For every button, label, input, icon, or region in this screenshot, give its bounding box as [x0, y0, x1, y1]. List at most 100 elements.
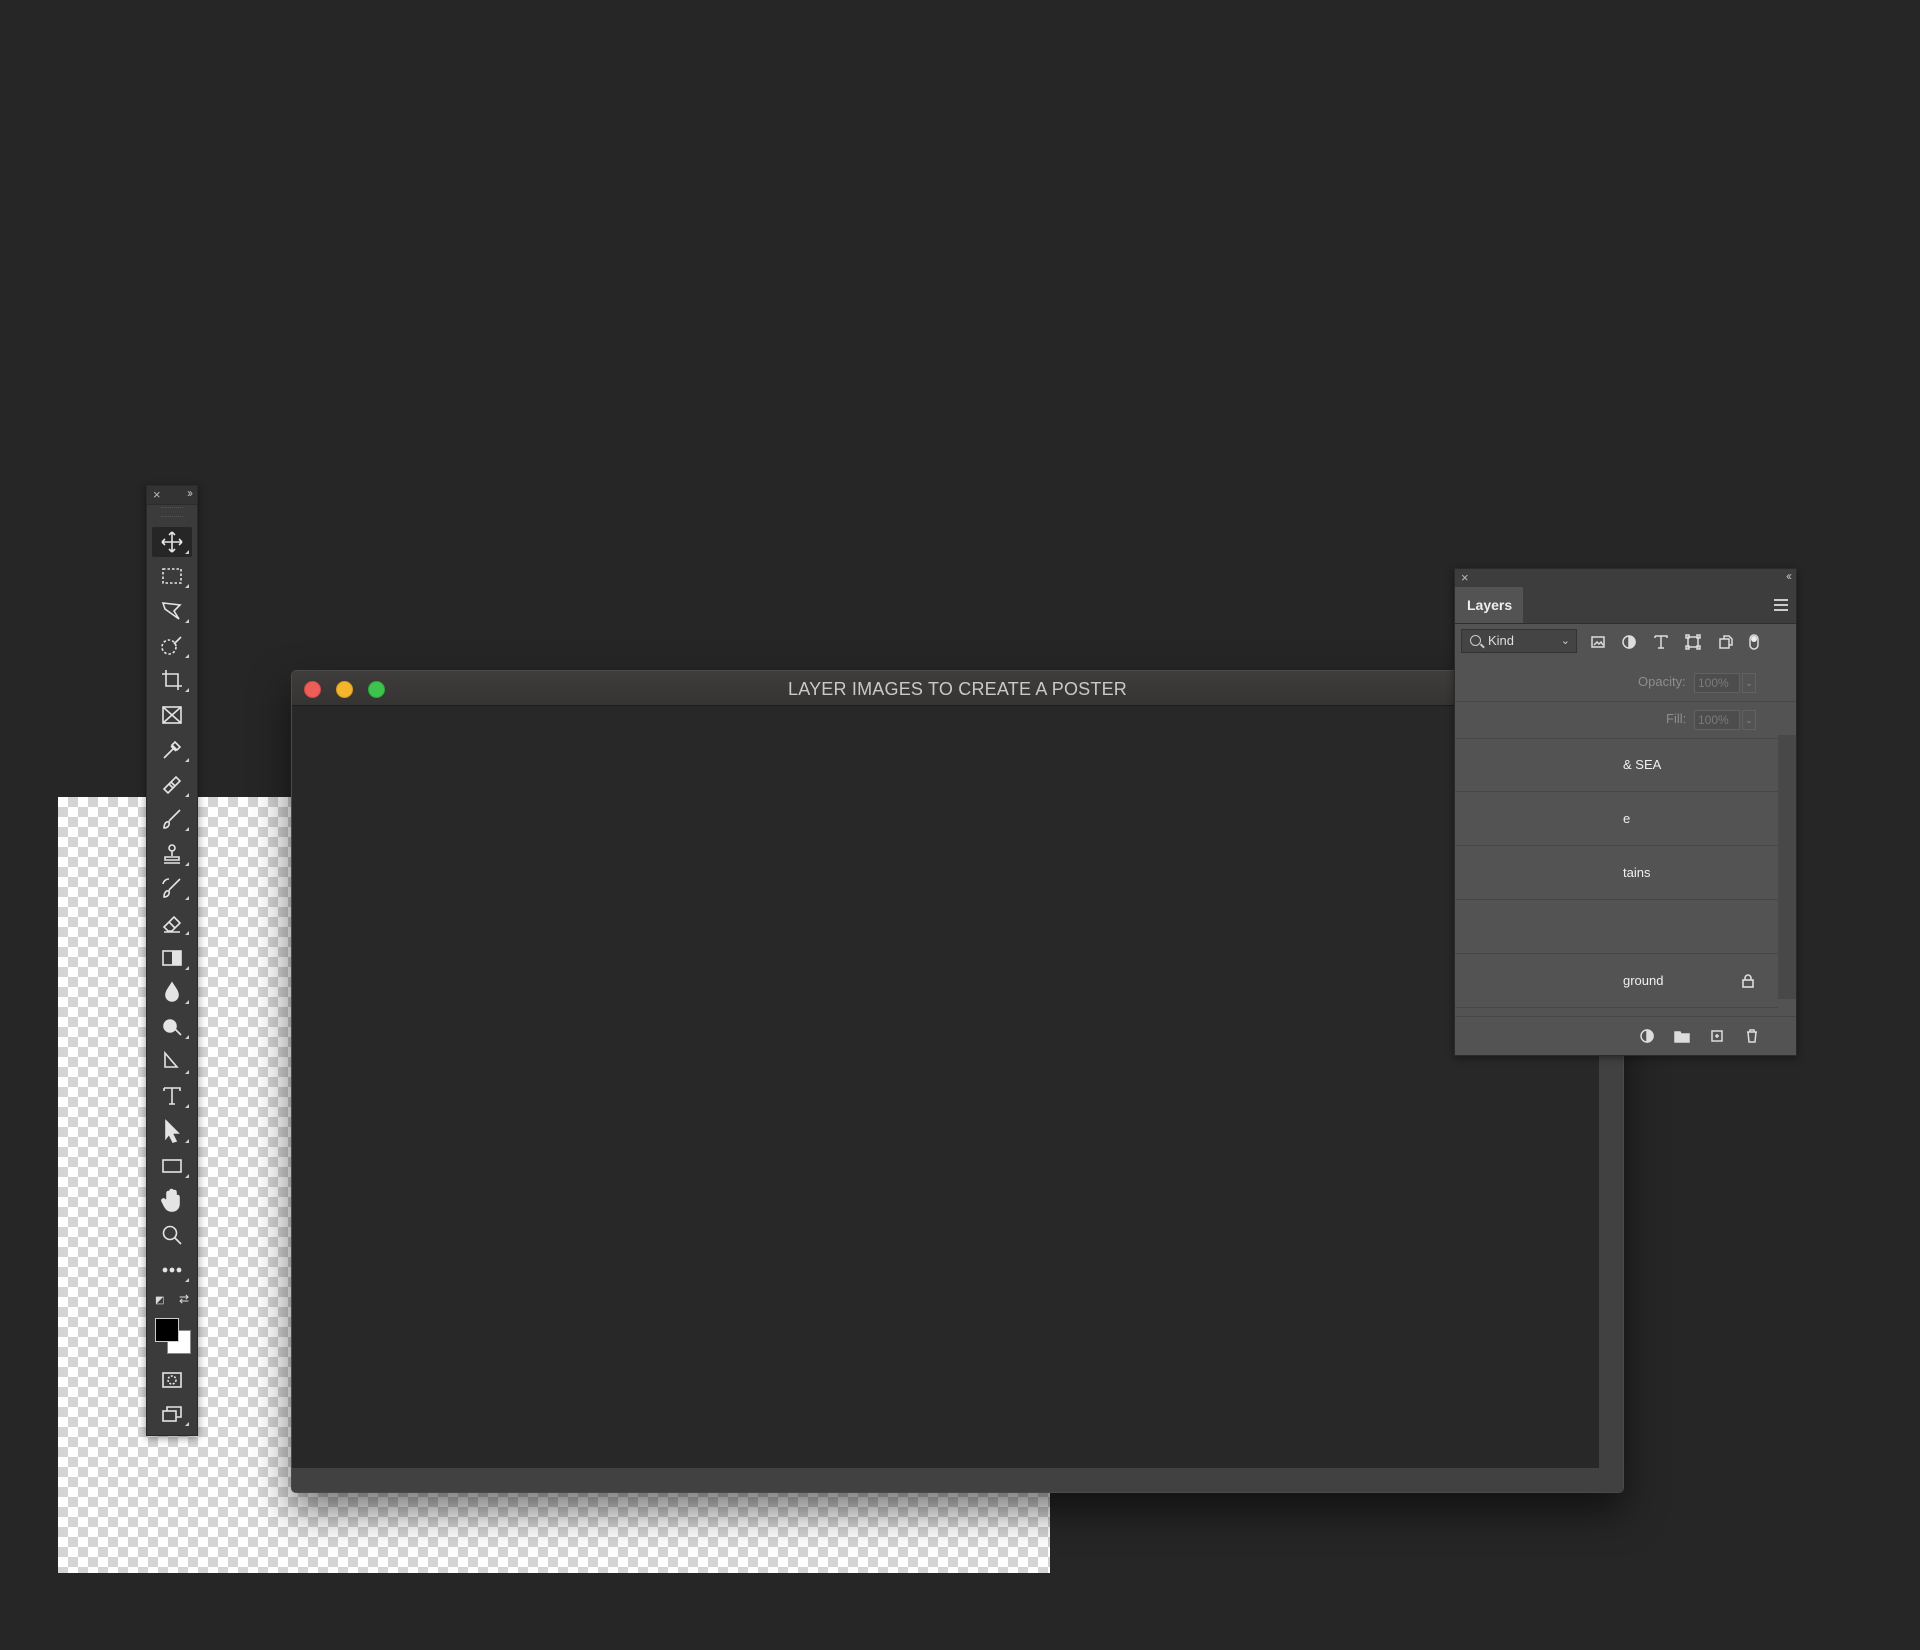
tools-panel-header[interactable]: × ››	[147, 486, 197, 505]
filter-adjustment-layers[interactable]	[1620, 633, 1638, 651]
eyedropper-tool[interactable]	[152, 735, 192, 765]
close-icon[interactable]: ×	[153, 487, 161, 502]
quick-mask-button[interactable]	[152, 1365, 192, 1395]
drop-icon	[165, 981, 179, 1002]
new-adjustment-layer-button[interactable]	[1638, 1027, 1656, 1045]
filter-pixel-layers[interactable]	[1589, 633, 1607, 651]
layers-scrollbar[interactable]	[1778, 735, 1796, 999]
quick-selection-icon	[161, 636, 182, 655]
layer-name: e	[1623, 811, 1631, 826]
filter-shape-layers[interactable]	[1684, 633, 1702, 651]
filter-kind-dropdown[interactable]: Kind ⌄	[1461, 629, 1577, 653]
bandage-icon	[162, 775, 182, 795]
history-brush-icon	[162, 878, 181, 898]
collapse-icon[interactable]: ››	[187, 486, 193, 500]
opacity-row: Opacity: 100% ⌄	[1455, 665, 1796, 702]
document-titlebar[interactable]: LAYER IMAGES TO CREATE A POSTER	[292, 671, 1623, 706]
crop-icon	[162, 670, 182, 690]
swap-colors-icon[interactable]: ⇄	[179, 1292, 189, 1306]
pen-tool[interactable]	[152, 1047, 192, 1077]
healing-brush-tool[interactable]	[152, 770, 192, 800]
layer-item[interactable]: e	[1455, 793, 1778, 846]
eyedropper-icon	[163, 740, 182, 759]
dodge-tool[interactable]	[152, 1012, 192, 1042]
gradient-tool[interactable]	[152, 943, 192, 973]
dodge-icon	[163, 1019, 182, 1036]
foreground-color-swatch[interactable]	[155, 1318, 179, 1342]
image-icon	[1591, 636, 1605, 648]
layer-item[interactable]: tains	[1455, 847, 1778, 900]
blur-tool[interactable]	[152, 977, 192, 1007]
marquee-tool[interactable]	[152, 561, 192, 591]
tab-layers[interactable]: Layers	[1455, 587, 1523, 623]
default-colors-icon[interactable]: ◩	[155, 1295, 164, 1306]
fill-field[interactable]: 100%	[1694, 710, 1740, 730]
document-canvas[interactable]	[292, 706, 1599, 1468]
drag-grip[interactable]	[161, 507, 183, 517]
type-tool[interactable]	[152, 1081, 192, 1111]
layer-name: ground	[1623, 973, 1664, 988]
tools-panel: × ›› ◩ ⇄	[146, 485, 198, 1436]
folder-icon	[1674, 1031, 1690, 1043]
document-window: LAYER IMAGES TO CREATE A POSTER	[291, 670, 1624, 1493]
chevron-down-icon[interactable]: ⌄	[1742, 710, 1756, 730]
layer-name: & SEA	[1623, 757, 1662, 772]
brush-icon	[163, 809, 181, 829]
eraser-icon	[162, 915, 182, 933]
lock-icon	[1741, 974, 1755, 991]
collapse-icon[interactable]: ‹‹	[1786, 569, 1792, 583]
quick-selection-tool[interactable]	[152, 631, 192, 661]
frame-tool[interactable]	[152, 700, 192, 730]
gradient-icon	[162, 950, 182, 966]
new-layer-button[interactable]	[1708, 1027, 1726, 1045]
crop-tool[interactable]	[152, 665, 192, 695]
panel-menu-icon[interactable]	[1774, 599, 1788, 614]
arrow-cursor-icon	[165, 1119, 180, 1143]
trash-icon	[1747, 1029, 1757, 1043]
move-icon	[161, 531, 183, 553]
filter-toggle[interactable]	[1745, 633, 1763, 651]
filter-type-layers[interactable]	[1652, 633, 1670, 651]
filter-kind-label: Kind	[1488, 633, 1515, 648]
history-brush-tool[interactable]	[152, 873, 192, 903]
frame-icon	[162, 706, 182, 724]
layers-panel-footer	[1455, 1016, 1796, 1055]
path-selection-tool[interactable]	[152, 1116, 192, 1146]
eraser-tool[interactable]	[152, 908, 192, 938]
clone-stamp-tool[interactable]	[152, 839, 192, 869]
opacity-field[interactable]: 100%	[1694, 673, 1740, 693]
screen-mode-icon	[162, 1406, 182, 1422]
adjustment-icon	[1622, 635, 1636, 649]
edit-toolbar[interactable]	[152, 1255, 192, 1285]
new-group-button[interactable]	[1673, 1027, 1691, 1045]
screen-mode-button[interactable]	[152, 1399, 192, 1429]
opacity-label: Opacity:	[1638, 674, 1686, 689]
delete-layer-button[interactable]	[1743, 1027, 1761, 1045]
lasso-tool[interactable]	[152, 596, 192, 626]
more-icon	[162, 1267, 182, 1273]
zoom-tool[interactable]	[152, 1220, 192, 1250]
search-icon	[1470, 635, 1481, 646]
horizontal-scrollbar[interactable]	[292, 1468, 1623, 1492]
pen-icon	[164, 1050, 179, 1068]
filter-smart-objects[interactable]	[1716, 633, 1734, 651]
stamp-icon	[164, 844, 180, 864]
hand-icon	[161, 1188, 180, 1212]
rectangle-tool[interactable]	[152, 1151, 192, 1181]
layer-item-background[interactable]: ground	[1455, 955, 1778, 1008]
layer-item[interactable]	[1455, 901, 1778, 954]
type-icon	[1654, 635, 1668, 649]
magnifier-icon	[162, 1225, 182, 1245]
brush-tool[interactable]	[152, 804, 192, 834]
adjustment-icon	[1640, 1029, 1654, 1043]
layers-panel-header[interactable]: × ‹‹	[1455, 569, 1796, 587]
rectangle-icon	[162, 1159, 182, 1173]
layer-item[interactable]: & SEA	[1455, 739, 1778, 792]
polygonal-lasso-icon	[161, 602, 182, 620]
smart-object-icon	[1719, 635, 1733, 649]
move-tool[interactable]	[152, 527, 192, 557]
shape-icon	[1685, 634, 1701, 650]
close-icon[interactable]: ×	[1461, 570, 1469, 585]
chevron-down-icon[interactable]: ⌄	[1742, 673, 1756, 693]
hand-tool[interactable]	[152, 1185, 192, 1215]
